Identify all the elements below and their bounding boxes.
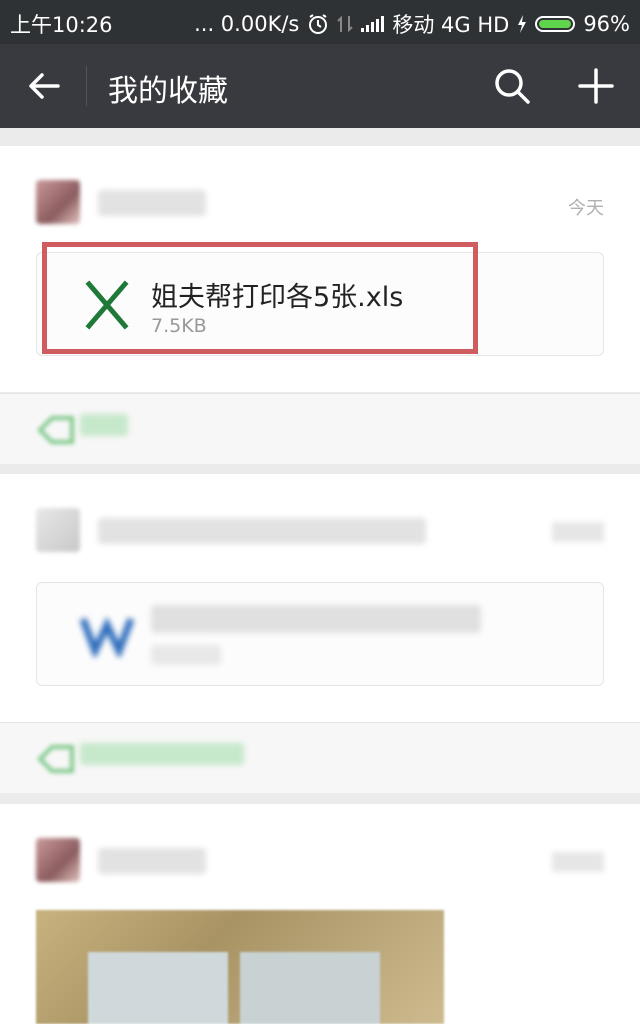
- favorite-date: [552, 852, 604, 872]
- network-speed: ... 0.00K/s: [194, 12, 300, 36]
- data-transfer-icon: [337, 15, 354, 33]
- tag-label: [80, 743, 244, 765]
- sender-name: [98, 848, 206, 874]
- status-time: 上午10:26: [10, 13, 113, 37]
- carrier-label: 移动 4G HD: [392, 13, 510, 37]
- favorite-item[interactable]: [0, 474, 640, 722]
- charging-icon: [518, 15, 527, 33]
- tag-icon: [37, 416, 74, 444]
- sender-name: [98, 518, 426, 544]
- tag-row[interactable]: [0, 722, 640, 793]
- battery-icon: [535, 16, 576, 32]
- avatar: [36, 508, 80, 552]
- avatar: [36, 838, 80, 882]
- tag-label: [80, 414, 128, 436]
- tag-row[interactable]: [0, 393, 640, 464]
- signal-icon: [361, 16, 385, 32]
- file-size: [151, 645, 221, 665]
- file-name: [151, 605, 481, 633]
- favorite-date: [552, 522, 604, 542]
- status-right: ... 0.00K/s 移动 4G HD 96%: [194, 9, 630, 39]
- page-title: 我的收藏: [108, 74, 228, 109]
- favorite-item[interactable]: [0, 804, 640, 1024]
- highlight-box: [42, 242, 478, 354]
- image-thumbnail[interactable]: [36, 910, 444, 1024]
- tag-icon: [37, 745, 74, 773]
- plus-icon[interactable]: [574, 64, 618, 108]
- arrow-left-icon[interactable]: [24, 66, 64, 106]
- app-bar: 我的收藏: [0, 44, 640, 128]
- sender-name: [98, 190, 206, 216]
- word-icon: [77, 605, 137, 665]
- alarm-icon: [309, 14, 328, 34]
- status-bar: 上午10:26 ... 0.00K/s 移动 4G HD 96%: [0, 0, 640, 44]
- app-bar-divider: [86, 66, 87, 106]
- file-attachment[interactable]: [36, 582, 604, 686]
- favorite-date: 今天: [568, 198, 604, 219]
- avatar: [36, 180, 80, 224]
- battery-percent: 96%: [583, 12, 630, 36]
- search-icon[interactable]: [490, 64, 534, 108]
